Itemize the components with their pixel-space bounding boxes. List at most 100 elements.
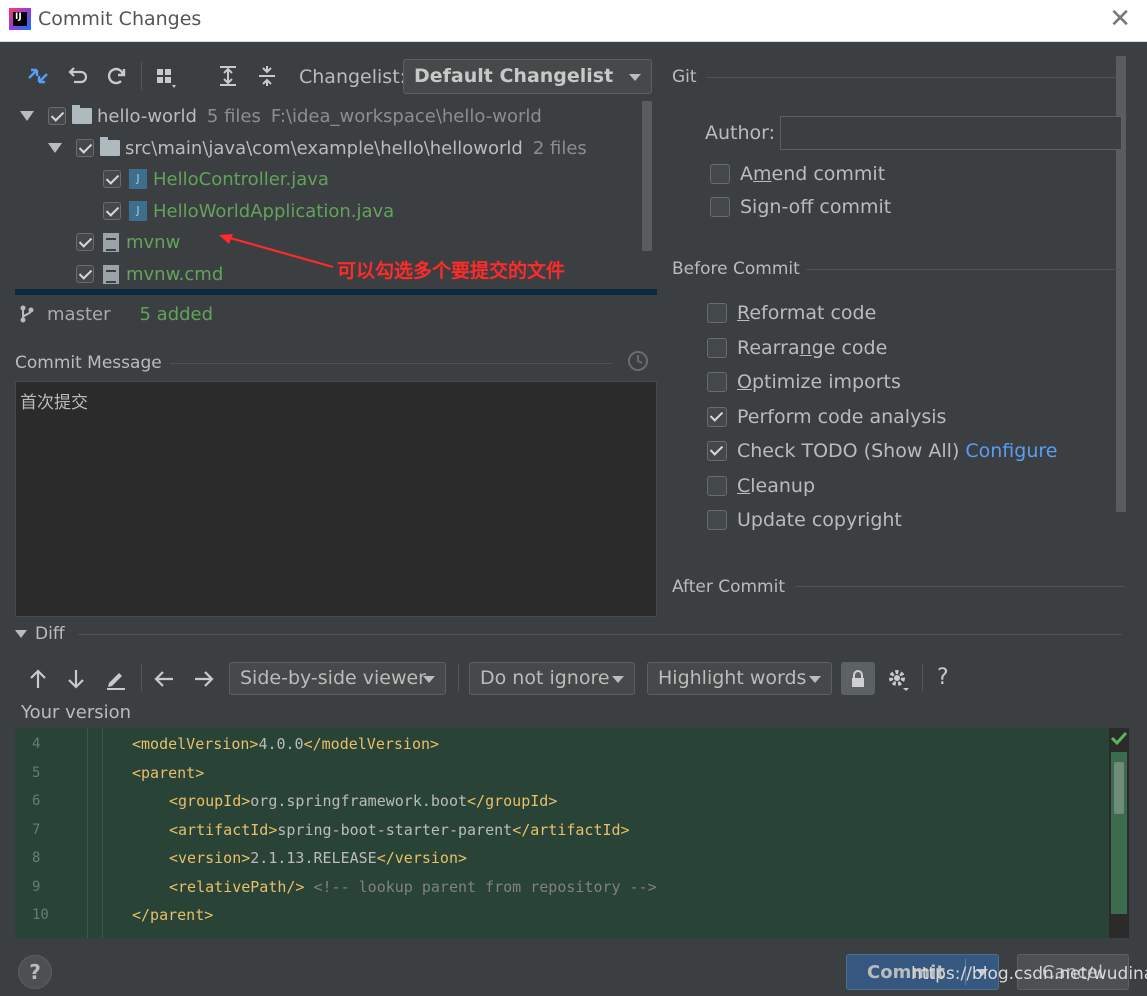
option-label: Cleanup [737, 475, 816, 497]
commit-message-text: 首次提交 [20, 393, 88, 413]
forward-icon[interactable] [191, 666, 217, 692]
option-label: Rearrange code [737, 337, 888, 359]
amend-commit-checkbox[interactable] [710, 164, 730, 184]
lock-icon [852, 669, 864, 687]
optimize-imports-option[interactable]: Optimize imports [707, 371, 901, 393]
line-number: 7 [32, 821, 41, 838]
update-copyright-option[interactable]: Update copyright [707, 509, 902, 531]
rollback-icon[interactable] [65, 63, 91, 89]
root-checkbox[interactable] [48, 107, 66, 125]
tree-node-name: src\main\java\com\example\hello\hellowor… [125, 137, 523, 159]
package-checkbox[interactable] [76, 139, 94, 157]
diff-editor[interactable]: 4 <modelVersion>4.0.0</modelVersion> 5 <par… [15, 728, 1128, 938]
rearrange-code-checkbox[interactable] [707, 338, 727, 358]
file-checkbox[interactable] [103, 202, 121, 220]
collapse-arrow-icon[interactable] [15, 630, 27, 638]
configure-link[interactable]: Configure [965, 440, 1057, 462]
section-divider [78, 634, 1122, 635]
viewer-dropdown[interactable]: Side-by-side viewer [229, 662, 446, 695]
code-text: </parent> [132, 906, 214, 924]
help-icon[interactable]: ? [937, 665, 949, 690]
option-label: Perform code analysis [737, 406, 947, 428]
file-checkbox[interactable] [76, 233, 94, 251]
tree-node-file[interactable]: mvnw.cmd [76, 259, 223, 289]
amend-commit-option[interactable]: Amend commit [710, 163, 885, 185]
tree-node-file[interactable]: mvnw [76, 227, 180, 257]
signoff-commit-checkbox[interactable] [710, 197, 730, 217]
tree-node-name: HelloController.java [153, 168, 329, 190]
help-button[interactable]: ? [18, 955, 52, 989]
code-line: 8 <version>2.1.13.RELEASE</version> [15, 844, 1110, 872]
diff-scrollbar-track[interactable] [1109, 728, 1129, 938]
signoff-commit-option[interactable]: Sign-off commit [710, 196, 891, 218]
commit-message-input[interactable]: 首次提交 [15, 381, 657, 617]
refresh-icon[interactable] [103, 63, 129, 89]
perform-code-analysis-option[interactable]: Perform code analysis [707, 406, 946, 428]
before-commit-title: Before Commit [672, 259, 800, 279]
diff-scrollbar-thumb[interactable] [1114, 762, 1124, 814]
code-line: 9 <relativePath/> <!-- lookup parent from… [15, 873, 1110, 901]
folder-icon [100, 137, 120, 156]
code-line: 10 </parent> [15, 901, 1110, 929]
cleanup-option[interactable]: Cleanup [707, 475, 815, 497]
file-checkbox[interactable] [103, 170, 121, 188]
tree-node-name: mvnw [126, 231, 181, 253]
branch-icon [20, 305, 34, 323]
java-file-icon: J [129, 201, 147, 221]
tree-node-file[interactable]: J HelloWorldApplication.java [103, 196, 394, 226]
group-by-icon[interactable] [155, 65, 181, 91]
tree-selected-row[interactable] [15, 289, 657, 295]
previous-difference-icon[interactable] [25, 666, 51, 692]
option-label: Check TODO (Show All) [737, 440, 960, 462]
ignore-dropdown[interactable]: Do not ignore [469, 662, 635, 695]
code-line: 6 <groupId>org.springframework.boot</grou… [15, 787, 1110, 815]
line-number: 6 [32, 793, 41, 809]
settings-gear-icon[interactable] [885, 666, 911, 692]
branch-name: master [47, 303, 111, 325]
expand-arrow-icon[interactable] [20, 111, 34, 121]
code-text: <version>2.1.13.RELEASE</version> [169, 849, 468, 867]
rearrange-code-option[interactable]: Rearrange code [707, 337, 887, 359]
reformat-code-checkbox[interactable] [707, 303, 727, 323]
edit-source-icon[interactable] [103, 666, 129, 692]
added-count: 5 added [139, 303, 214, 325]
update-copyright-checkbox[interactable] [707, 510, 727, 530]
line-number: 8 [32, 850, 41, 866]
tree-scrollbar[interactable] [642, 101, 652, 251]
module-folder-icon [72, 105, 92, 124]
tree-node-file[interactable]: J HelloController.java [103, 164, 329, 194]
option-label: Amend commit [740, 163, 886, 185]
expand-all-icon[interactable] [215, 63, 241, 89]
option-label: Sign-off commit [740, 196, 892, 218]
collapse-all-icon[interactable] [254, 63, 280, 89]
history-icon[interactable] [627, 350, 649, 372]
section-divider [170, 363, 612, 364]
optimize-imports-checkbox[interactable] [707, 372, 727, 392]
lock-button[interactable] [841, 662, 875, 695]
java-file-icon: J [129, 169, 147, 189]
highlight-value: Highlight words [658, 667, 807, 689]
highlight-dropdown[interactable]: Highlight words [647, 662, 832, 695]
perform-code-analysis-checkbox[interactable] [707, 407, 727, 427]
diff-header[interactable]: Diff [15, 624, 65, 644]
toolbar-separator [458, 664, 459, 692]
reformat-code-option[interactable]: Reformat code [707, 302, 876, 324]
file-checkbox[interactable] [76, 265, 94, 283]
changelist-value: Default Changelist [414, 65, 614, 87]
back-icon[interactable] [151, 666, 177, 692]
check-todo-checkbox[interactable] [707, 441, 727, 461]
line-number: 4 [32, 736, 41, 752]
check-todo-option[interactable]: Check TODO (Show All) Configure [707, 440, 1057, 462]
expand-arrow-icon[interactable] [48, 143, 62, 153]
compare-icon[interactable] [25, 63, 51, 89]
close-icon[interactable]: ✕ [1109, 6, 1131, 32]
tree-node-path: F:\idea_workspace\hello-world [270, 105, 542, 127]
after-commit-title: After Commit [672, 577, 786, 597]
tree-node-root[interactable]: hello-world 5 files F:\idea_workspace\he… [20, 101, 542, 131]
annotation-arrow-icon [219, 234, 334, 269]
tree-node-package[interactable]: src\main\java\com\example\hello\hellowor… [48, 133, 587, 163]
author-input[interactable] [780, 116, 1122, 150]
next-difference-icon[interactable] [63, 666, 89, 692]
cleanup-checkbox[interactable] [707, 476, 727, 496]
changelist-dropdown[interactable]: Default Changelist [403, 59, 652, 94]
